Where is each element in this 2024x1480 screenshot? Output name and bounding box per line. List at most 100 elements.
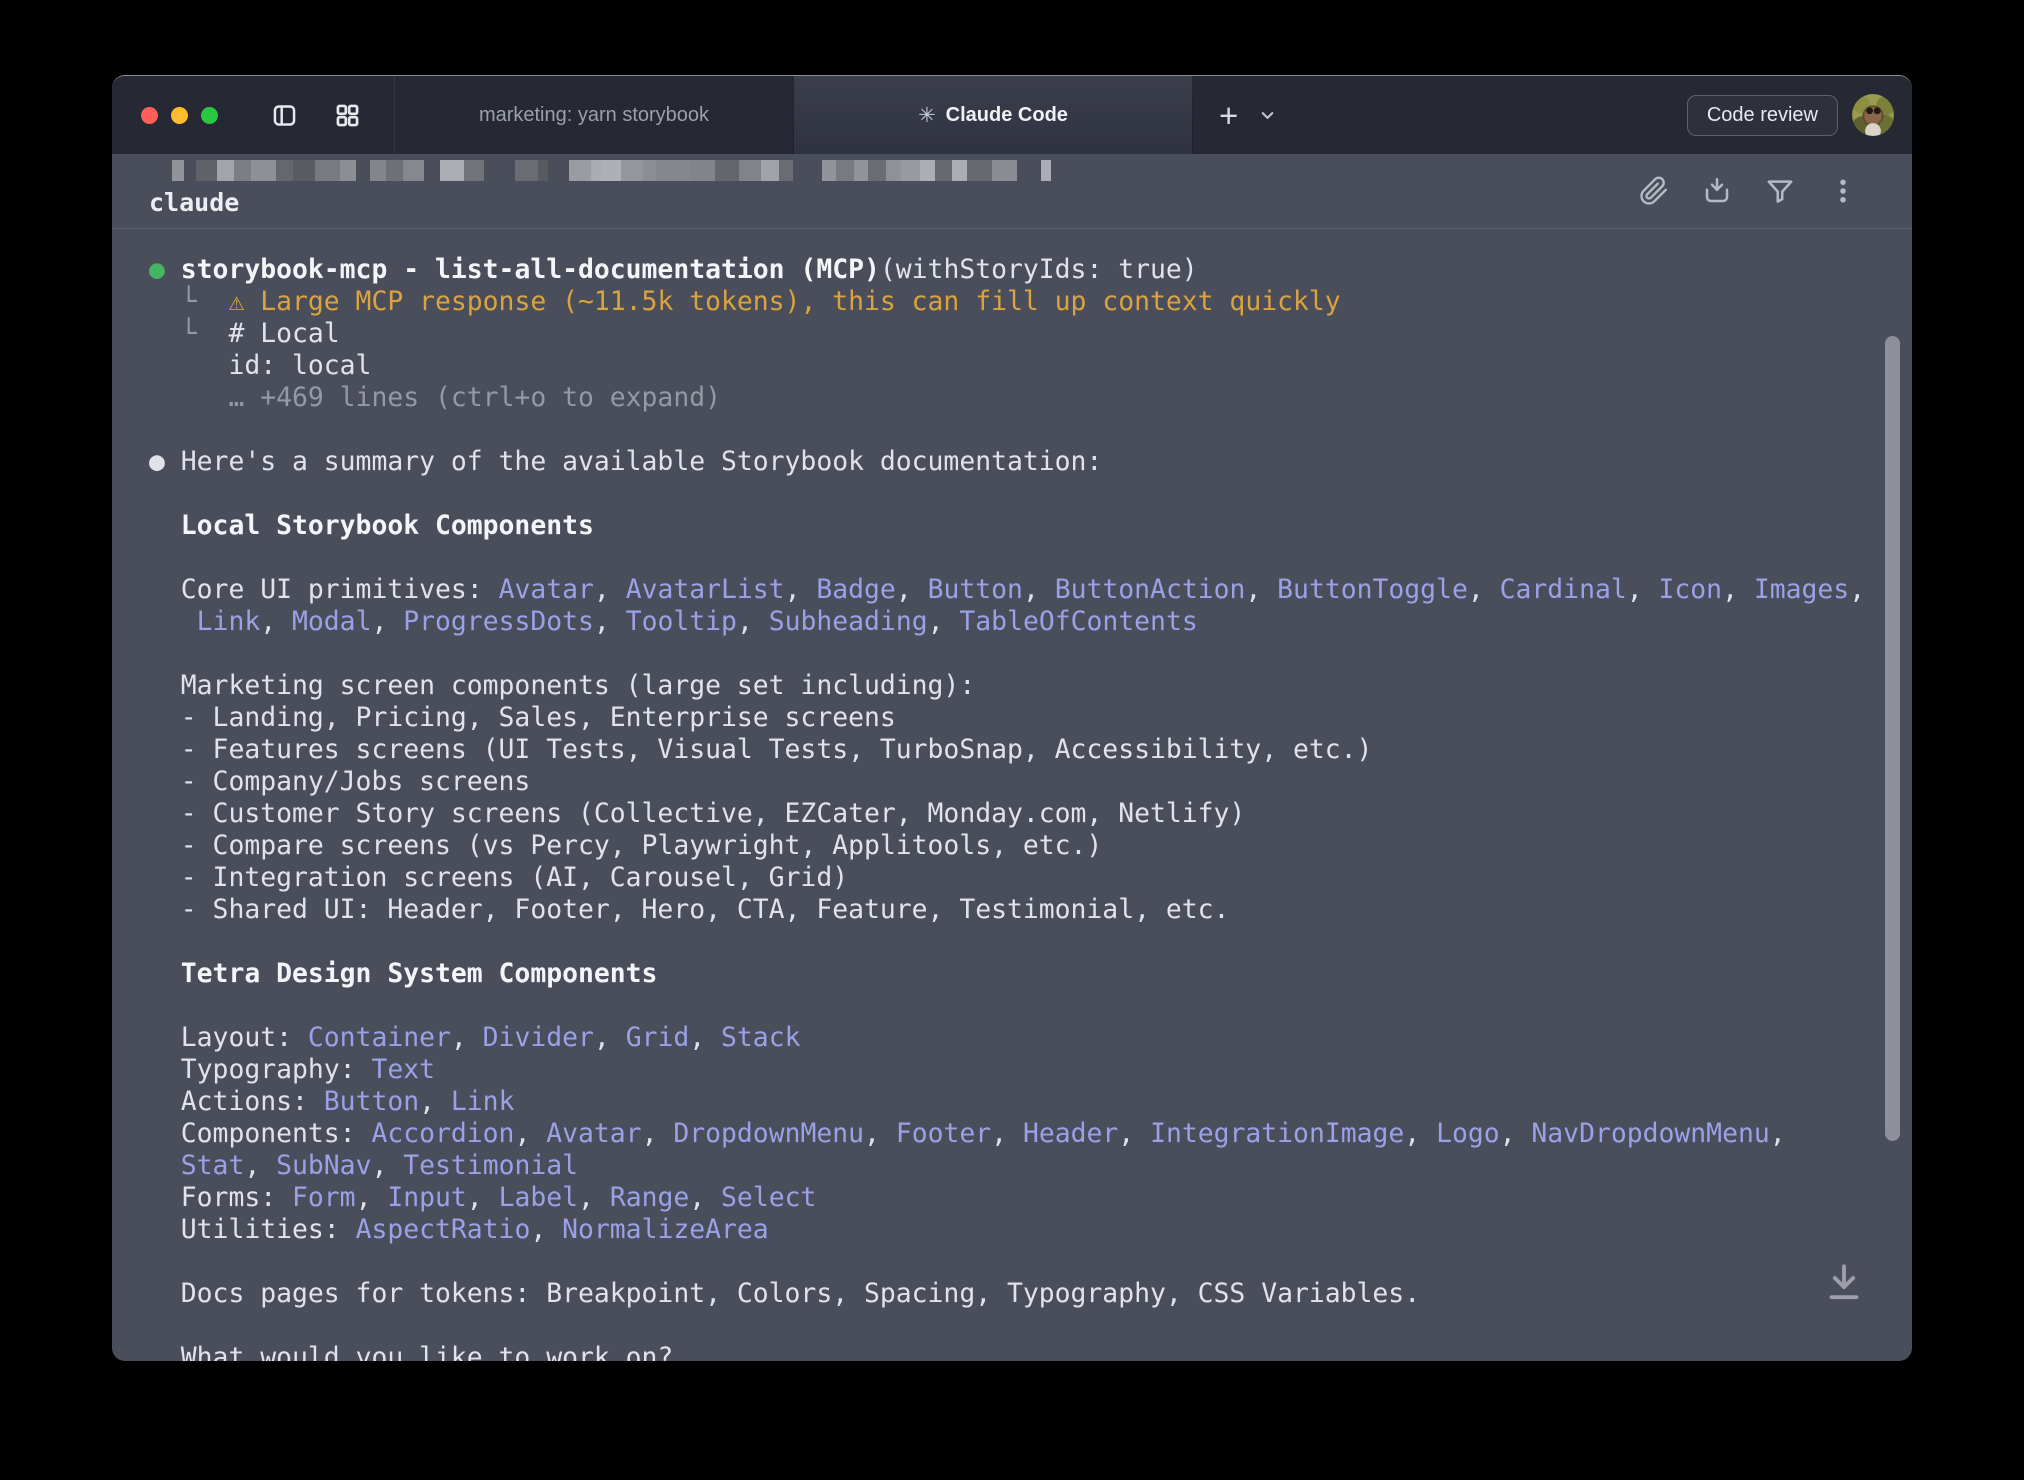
text-segment: Divider — [483, 1022, 594, 1053]
terminal-line: What would you like to work on? — [149, 1342, 1872, 1361]
zoom-button[interactable] — [201, 107, 218, 124]
text-segment: # Local — [228, 318, 339, 349]
window-controls — [112, 76, 395, 154]
text-segment: └ — [149, 286, 228, 317]
titlebar-spacer — [1287, 76, 1687, 154]
tab-claude-code[interactable]: ✳ Claude Code — [793, 76, 1193, 154]
code-review-button[interactable]: Code review — [1687, 95, 1838, 136]
chevron-down-icon[interactable] — [1248, 106, 1287, 125]
redacted-pixel — [1051, 160, 1061, 181]
minimize-button[interactable] — [171, 107, 188, 124]
terminal-line: … +469 lines (ctrl+o to expand) — [149, 382, 1872, 414]
redacted-pixel — [276, 160, 293, 181]
redacted-pixel — [464, 160, 484, 181]
text-segment: Select — [721, 1182, 816, 1213]
text-segment: Typography: — [149, 1054, 371, 1085]
redacted-pixel — [886, 160, 901, 181]
sidebar-toggle-icon[interactable] — [271, 102, 298, 129]
terminal-line — [149, 542, 1872, 574]
text-segment: , — [356, 1182, 388, 1213]
scroll-to-bottom-icon[interactable] — [1822, 1259, 1866, 1307]
terminal-line: Utilities: AspectRatio, NormalizeArea — [149, 1214, 1872, 1246]
redacted-pixel — [548, 160, 569, 181]
titlebar-right: Code review — [1687, 76, 1912, 154]
text-segment: Forms: — [149, 1182, 292, 1213]
redacted-pixel — [370, 160, 386, 181]
text-segment: , — [689, 1022, 721, 1053]
text-segment: , — [514, 1118, 546, 1149]
text-segment: Form — [292, 1182, 356, 1213]
user-avatar[interactable] — [1852, 94, 1894, 136]
redacted-pixel — [992, 160, 1017, 181]
text-segment: , — [928, 606, 960, 637]
redacted-pixel — [793, 160, 807, 181]
text-segment: Components: — [149, 1118, 371, 1149]
terminal-line: └ # Local — [149, 318, 1872, 350]
close-button[interactable] — [141, 107, 158, 124]
terminal-line: ● storybook-mcp - list-all-documentation… — [149, 254, 1872, 286]
terminal-line: Actions: Button, Link — [149, 1086, 1872, 1118]
text-segment: Container — [308, 1022, 451, 1053]
download-icon[interactable] — [1702, 176, 1732, 206]
terminal-line: Marketing screen components (large set i… — [149, 670, 1872, 702]
text-segment: … +469 lines (ctrl+o to expand) — [149, 382, 721, 413]
scrollbar[interactable] — [1885, 336, 1900, 1141]
text-segment: Link — [197, 606, 261, 637]
terminal-line: - Customer Story screens (Collective, EZ… — [149, 798, 1872, 830]
terminal-line — [149, 990, 1872, 1022]
terminal-line — [149, 1246, 1872, 1278]
redacted-pixel — [868, 160, 886, 181]
text-segment: Input — [387, 1182, 466, 1213]
command-header-icons — [1639, 176, 1858, 206]
redacted-pixel — [952, 160, 967, 181]
text-segment: Utilities: — [149, 1214, 356, 1245]
text-segment: , — [451, 1022, 483, 1053]
command-header: claude — [112, 154, 1912, 229]
text-segment: , — [642, 1118, 674, 1149]
claude-spark-icon: ✳ — [918, 103, 936, 128]
text-segment: , — [864, 1118, 896, 1149]
text-segment: , — [594, 1022, 626, 1053]
text-segment: Grid — [626, 1022, 690, 1053]
redacted-pixel — [340, 160, 356, 181]
terminal-line: - Compare screens (vs Percy, Playwright,… — [149, 830, 1872, 862]
text-segment: , — [1245, 574, 1277, 605]
redacted-pixel — [854, 160, 868, 181]
text-segment: , — [1023, 574, 1055, 605]
text-segment: Accordion — [371, 1118, 514, 1149]
text-segment: Cardinal — [1500, 574, 1627, 605]
text-segment: id: local — [149, 350, 371, 381]
text-segment: TableOfContents — [959, 606, 1197, 637]
redacted-pixel — [184, 160, 196, 181]
text-segment: Actions: — [149, 1086, 324, 1117]
redacted-pixel — [501, 160, 515, 181]
redacted-pixel — [538, 160, 548, 181]
terminal-line: - Landing, Pricing, Sales, Enterprise sc… — [149, 702, 1872, 734]
redacted-pixel — [424, 160, 440, 181]
text-segment: , — [991, 1118, 1023, 1149]
text-segment: AvatarList — [626, 574, 785, 605]
text-segment: NavDropdownMenu — [1531, 1118, 1769, 1149]
terminal-line — [149, 414, 1872, 446]
tab-marketing-yarn-storybook[interactable]: marketing: yarn storybook — [395, 76, 793, 154]
filter-icon[interactable] — [1765, 176, 1795, 206]
text-segment: Subheading — [769, 606, 928, 637]
text-segment: ButtonToggle — [1277, 574, 1468, 605]
text-segment: - Shared UI: Header, Footer, Hero, CTA, … — [149, 894, 1229, 925]
text-segment: , — [1770, 1118, 1786, 1149]
redacted-pixel — [761, 160, 779, 181]
text-segment: , — [578, 1182, 610, 1213]
text-segment: Docs pages for tokens: Breakpoint, Color… — [149, 1278, 1420, 1309]
text-segment: Local Storybook Components — [149, 510, 594, 541]
redacted-pixel — [196, 160, 217, 181]
new-tab-button[interactable]: + — [1209, 99, 1248, 132]
terminal-line: - Features screens (UI Tests, Visual Tes… — [149, 734, 1872, 766]
text-segment — [149, 606, 197, 637]
redacted-pixel — [621, 160, 643, 181]
more-vertical-icon[interactable] — [1828, 176, 1858, 206]
grid-view-icon[interactable] — [334, 102, 361, 129]
text-segment: Layout: — [149, 1022, 308, 1053]
terminal-line: Stat, SubNav, Testimonial — [149, 1150, 1872, 1182]
redacted-pixel — [836, 160, 854, 181]
paperclip-icon[interactable] — [1639, 176, 1669, 206]
